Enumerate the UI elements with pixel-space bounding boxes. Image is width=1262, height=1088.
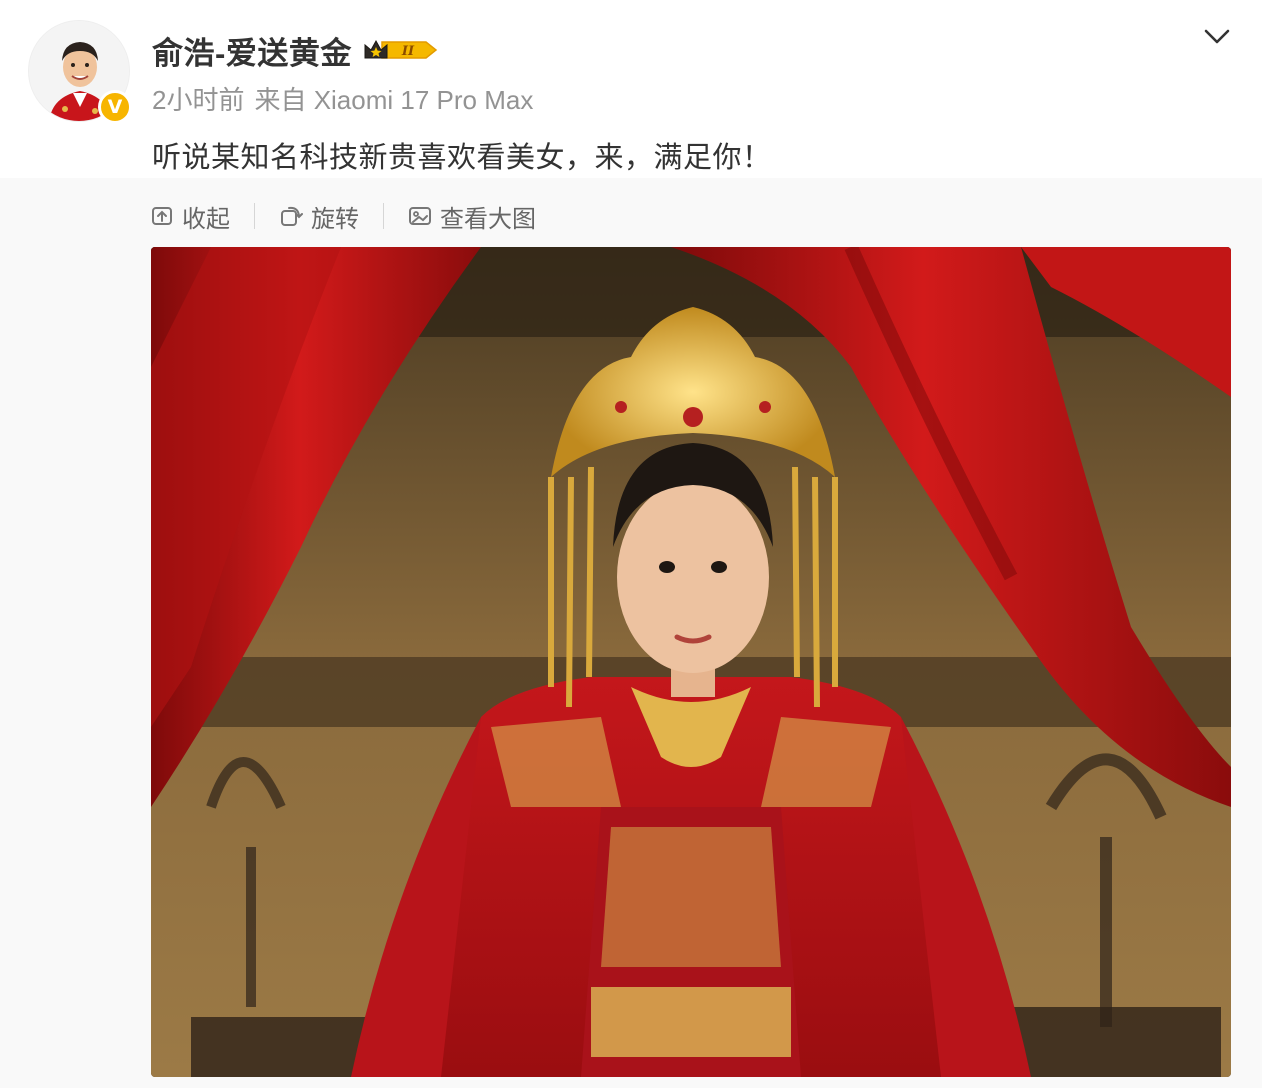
crown-level-badge-icon[interactable]: II	[362, 36, 438, 64]
post-image[interactable]	[151, 247, 1231, 1077]
rotate-icon	[281, 206, 303, 226]
toolbar-divider	[383, 203, 384, 229]
post-source: 来自 Xiaomi 17 Pro Max	[254, 85, 534, 115]
view-large-button[interactable]: 查看大图	[408, 199, 536, 234]
media-toolbar: 收起 旋转 查看大图	[150, 199, 536, 234]
view-large-label: 查看大图	[440, 205, 536, 233]
bride-photo	[151, 247, 1231, 1077]
rotate-label: 旋转	[311, 205, 359, 233]
media-area: 收起 旋转 查看大图	[0, 178, 1262, 1088]
post-time[interactable]: 2小时前	[152, 80, 244, 117]
collapse-icon	[152, 207, 172, 225]
author-avatar-wrap[interactable]: V	[28, 20, 132, 124]
image-icon	[409, 207, 431, 225]
chevron-down-icon[interactable]	[1202, 24, 1232, 48]
post-meta: 2小时前 来自 Xiaomi 17 Pro Max	[152, 80, 533, 117]
post-text: 听说某知名科技新贵喜欢看美女，来，满足你！	[152, 142, 772, 174]
level-mark: II	[401, 44, 415, 59]
collapse-button[interactable]: 收起	[150, 199, 230, 234]
rotate-button[interactable]: 旋转	[279, 199, 359, 234]
author-name-row: 俞浩-爱送黄金 II	[152, 28, 438, 72]
toolbar-divider	[254, 203, 255, 229]
verified-badge-icon: V	[98, 90, 132, 124]
post-header: V 俞浩-爱送黄金 II 2小时前 来自 Xiaomi 17 Pro Max 听…	[0, 0, 1262, 178]
author-name[interactable]: 俞浩-爱送黄金	[152, 28, 352, 73]
collapse-label: 收起	[182, 205, 230, 233]
